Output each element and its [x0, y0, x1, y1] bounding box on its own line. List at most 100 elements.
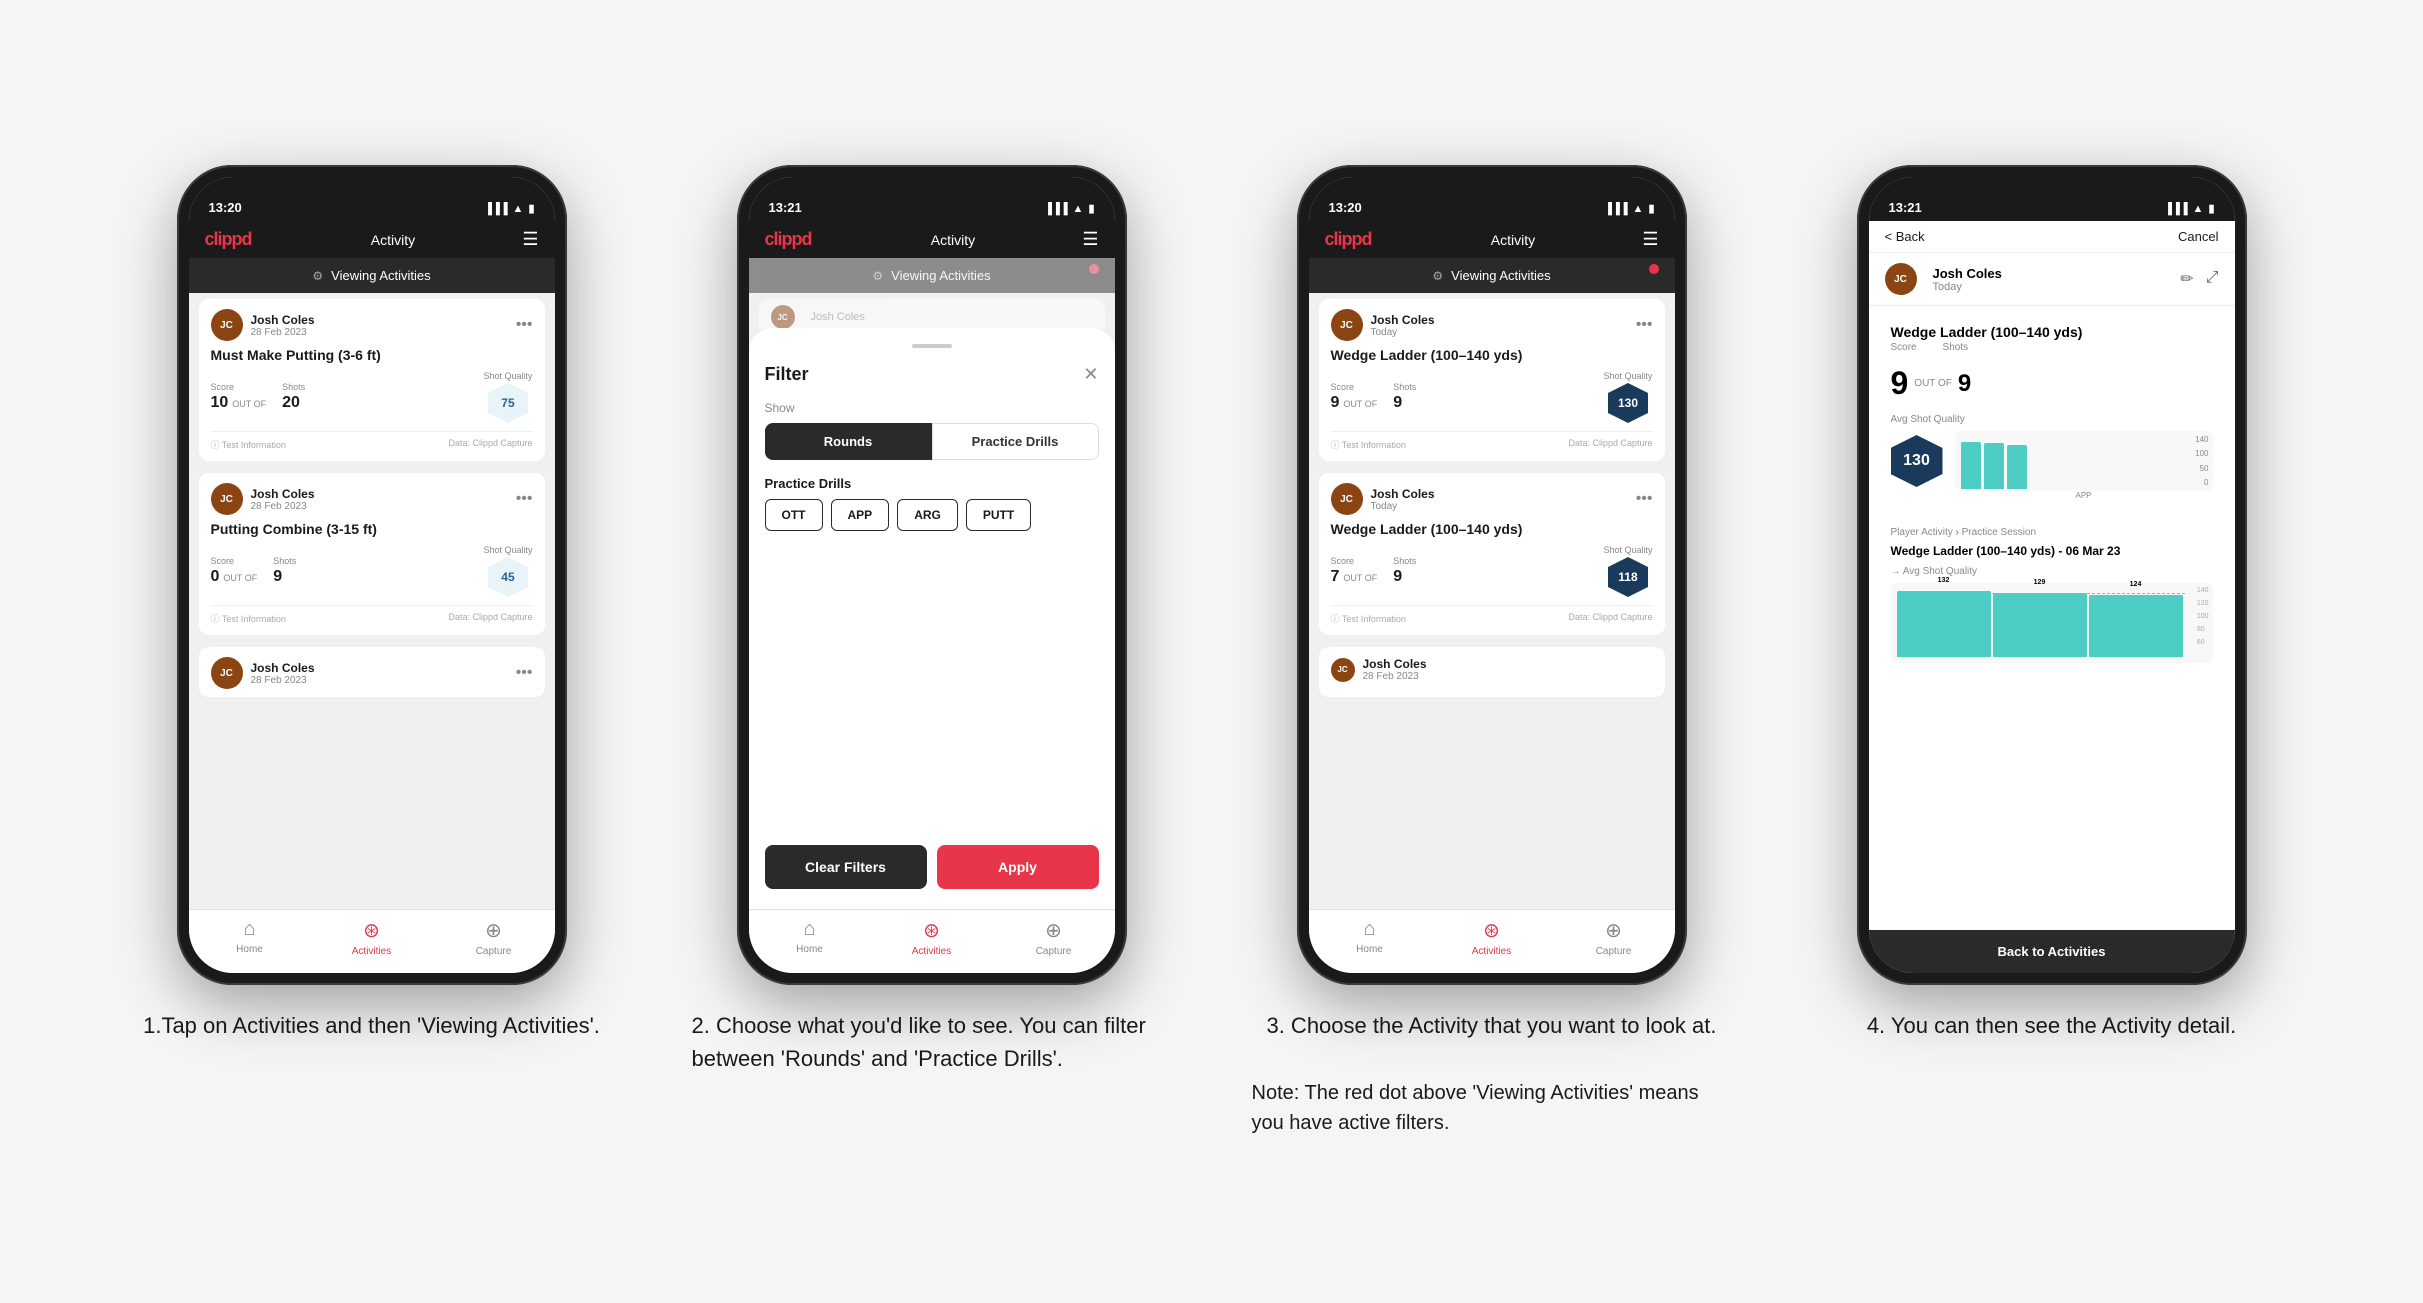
session-label: Player Activity › Practice Session [1891, 527, 2213, 538]
activities-icon-1: ⊛ [363, 918, 380, 943]
time-1: 13:20 [209, 200, 242, 215]
viewing-banner-3[interactable]: ⚙ Viewing Activities [1309, 258, 1675, 293]
nav-capture-3[interactable]: ⊕ Capture [1553, 918, 1675, 957]
avatar-4: JC [1885, 263, 1917, 295]
nav-home-3[interactable]: ⌂ Home [1309, 918, 1431, 957]
capture-icon-3: ⊕ [1605, 918, 1622, 943]
avatar-1-2: JC [211, 483, 243, 515]
more-icon-1-1[interactable]: ••• [516, 316, 533, 334]
apply-button[interactable]: Apply [937, 845, 1099, 889]
close-icon[interactable]: ✕ [1083, 364, 1098, 385]
filter-title: Filter [765, 364, 809, 385]
avatar-3-3: JC [1331, 658, 1355, 682]
activity-card-1-2[interactable]: JC Josh Coles 28 Feb 2023 ••• Putting Co… [199, 473, 545, 635]
score-label-1-1: Score [211, 382, 267, 392]
step-1: 13:20 ▐▐▐ ▲ ▮ clippd Activity ☰ ⚙ Viewin… [112, 165, 632, 1042]
filter-toggle-row: Rounds Practice Drills [765, 423, 1099, 460]
quality-hex-4: 130 [1891, 435, 1943, 487]
home-icon-3: ⌂ [1363, 918, 1375, 941]
back-button[interactable]: < Back [1885, 229, 1925, 244]
nav-activities-1[interactable]: ⊛ Activities [311, 918, 433, 957]
drill-tags: OTT APP ARG PUTT [765, 499, 1099, 531]
activity-card-1-1[interactable]: JC Josh Coles 28 Feb 2023 ••• Must Make … [199, 299, 545, 461]
step-desc-4: 4. You can then see the Activity detail. [1867, 1009, 2236, 1042]
activity-card-3-1[interactable]: JC Josh Coles Today ••• Wedge Ladder (10… [1319, 299, 1665, 461]
wifi-icon-3: ▲ [1633, 203, 1644, 215]
status-icons-1: ▐▐▐ ▲ ▮ [484, 202, 534, 215]
phone-2: 13:21 ▐▐▐ ▲ ▮ clippd Activity ☰ ⚙ [737, 165, 1127, 985]
activity-card-1-3[interactable]: JC Josh Coles 28 Feb 2023 ••• [199, 647, 545, 697]
user-name-1-3: Josh Coles [251, 661, 516, 675]
menu-icon-3[interactable]: ☰ [1642, 229, 1658, 250]
chart-x-label: APP [1961, 491, 2207, 500]
nav-home-1[interactable]: ⌂ Home [189, 918, 311, 957]
logo-3: clippd [1325, 229, 1372, 250]
notch-4 [1992, 177, 2112, 207]
capture-icon-1: ⊕ [485, 918, 502, 943]
activities-icon-2: ⊛ [923, 918, 940, 943]
nav-activities-3[interactable]: ⊛ Activities [1431, 918, 1553, 957]
bar-2 [1984, 443, 2004, 489]
filter-handle [912, 344, 952, 348]
step-desc-3a: 3. Choose the Activity that you want to … [1266, 1009, 1716, 1042]
practice-drills-toggle[interactable]: Practice Drills [932, 423, 1099, 460]
nav-title-3: Activity [1384, 232, 1643, 248]
name-peek-2: Josh Coles [811, 311, 865, 323]
user-date-1-2: 28 Feb 2023 [251, 501, 516, 512]
drill-putt[interactable]: PUTT [966, 499, 1031, 531]
sq-label-1-1: Shot Quality [483, 371, 532, 381]
shot-quality-1-2: 45 [488, 557, 528, 597]
activities-icon-3: ⊛ [1483, 918, 1500, 943]
home-icon-2: ⌂ [803, 918, 815, 941]
signal-icon-4: ▐▐▐ [2164, 203, 2187, 215]
notch-3 [1432, 177, 1552, 207]
bar-b1: 132 [1897, 591, 1991, 657]
signal-icon-3: ▐▐▐ [1604, 203, 1627, 215]
more-icon-1-2[interactable]: ••• [516, 490, 533, 508]
screen-content-3: ⚙ Viewing Activities JC Josh Coles Today [1309, 258, 1675, 909]
step-2: 13:21 ▐▐▐ ▲ ▮ clippd Activity ☰ ⚙ [672, 165, 1192, 1075]
nav-capture-1[interactable]: ⊕ Capture [433, 918, 555, 957]
detail-activity-title: Wedge Ladder (100–140 yds) [1891, 324, 2083, 340]
score-val-1-1: 10 [211, 394, 229, 412]
rounds-toggle[interactable]: Rounds [765, 423, 932, 460]
time-3: 13:20 [1329, 200, 1362, 215]
more-icon-3-2[interactable]: ••• [1636, 490, 1653, 508]
card-peek-2: JC Josh Coles [759, 299, 1105, 329]
avatar-1-1: JC [211, 309, 243, 341]
drill-ott[interactable]: OTT [765, 499, 823, 531]
back-activities-button[interactable]: Back to Activities [1869, 930, 2235, 973]
step-3: 13:20 ▐▐▐ ▲ ▮ clippd Activity ☰ ⚙ Viewin… [1232, 165, 1752, 1138]
detail-content: JC Josh Coles Today ✏ ⤢ [1869, 253, 2235, 930]
menu-icon-1[interactable]: ☰ [522, 229, 538, 250]
user-name-1-1: Josh Coles [251, 313, 516, 327]
nav-capture-2[interactable]: ⊕ Capture [993, 918, 1115, 957]
detail-action-icons: ✏ ⤢ [2180, 269, 2218, 289]
nav-title-1: Activity [264, 232, 523, 248]
more-icon-1-3[interactable]: ••• [516, 664, 533, 682]
wifi-icon-4: ▲ [2193, 203, 2204, 215]
filter-header: Filter ✕ [765, 364, 1099, 385]
battery-icon-2: ▮ [1088, 202, 1094, 215]
chart-4b: 140 120 100 80 60 132 [1891, 583, 2213, 663]
expand-icon[interactable]: ⤢ [2206, 269, 2219, 289]
clear-filters-button[interactable]: Clear Filters [765, 845, 927, 889]
activity-card-3-3[interactable]: JC Josh Coles 28 Feb 2023 [1319, 647, 1665, 697]
activity-card-3-2[interactable]: JC Josh Coles Today ••• Wedge Ladder (10… [1319, 473, 1665, 635]
edit-icon[interactable]: ✏ [2180, 269, 2193, 289]
menu-icon-2[interactable]: ☰ [1082, 229, 1098, 250]
cancel-button[interactable]: Cancel [2178, 229, 2218, 244]
red-dot-3 [1649, 264, 1659, 274]
shot-quality-1-1: 75 [488, 383, 528, 423]
step-4: 13:21 ▐▐▐ ▲ ▮ < Back Cancel JC [1792, 165, 2312, 1042]
nav-activities-2[interactable]: ⊛ Activities [871, 918, 993, 957]
avatar-3-1: JC [1331, 309, 1363, 341]
viewing-banner-1[interactable]: ⚙ Viewing Activities [189, 258, 555, 293]
bar-b2: 129 [1993, 593, 2087, 657]
nav-home-2[interactable]: ⌂ Home [749, 918, 871, 957]
wifi-icon-2: ▲ [1073, 203, 1084, 215]
phone-4: 13:21 ▐▐▐ ▲ ▮ < Back Cancel JC [1857, 165, 2247, 985]
more-icon-3-1[interactable]: ••• [1636, 316, 1653, 334]
drill-app[interactable]: APP [831, 499, 890, 531]
drill-arg[interactable]: ARG [897, 499, 958, 531]
